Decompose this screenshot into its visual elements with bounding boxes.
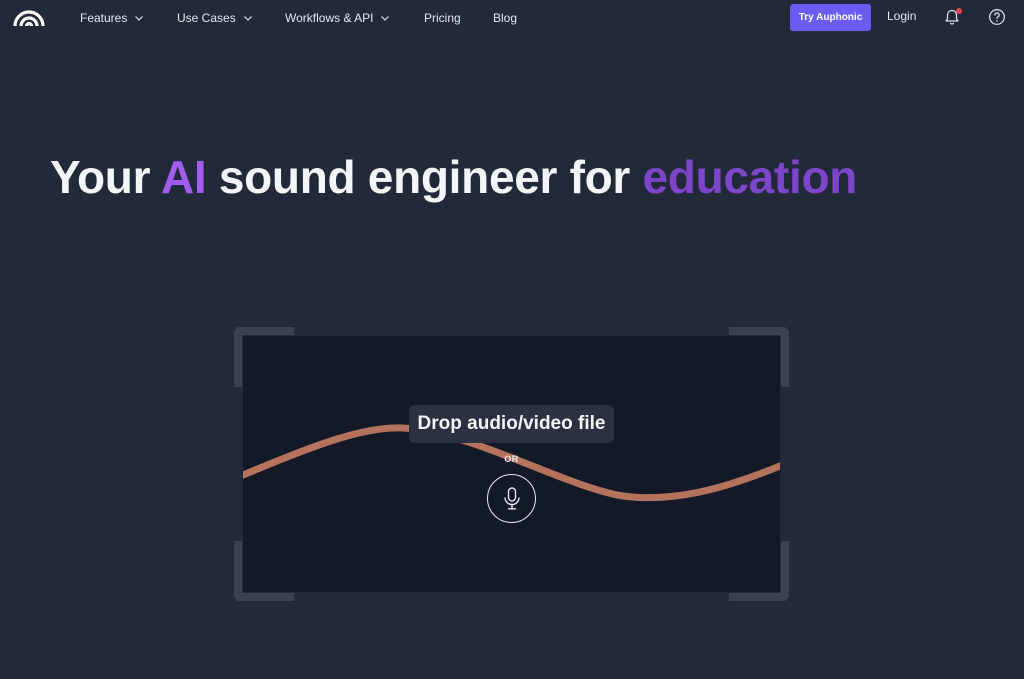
or-separator: OR — [504, 454, 519, 464]
nav-pricing[interactable]: Pricing — [424, 9, 461, 27]
notification-badge — [956, 8, 962, 14]
nav-features[interactable]: Features — [80, 9, 144, 27]
nav-pricing-label: Pricing — [424, 11, 461, 25]
page: Features Use Cases Workflows & API Prici… — [0, 0, 1024, 679]
nav-blog[interactable]: Blog — [493, 9, 517, 27]
chevron-down-icon — [135, 16, 144, 21]
auphonic-logo-icon[interactable] — [12, 7, 46, 27]
login-link[interactable]: Login — [887, 9, 916, 23]
question-circle-icon[interactable] — [988, 8, 1006, 26]
sound-wave-graphic — [243, 424, 780, 502]
drop-file-label: Drop audio/video file — [409, 405, 614, 443]
nav-workflows-api-label: Workflows & API — [285, 11, 374, 25]
microphone-icon — [503, 486, 520, 509]
file-dropzone[interactable]: Drop audio/video file OR — [243, 336, 780, 592]
chevron-down-icon — [381, 16, 390, 21]
nav-workflows-api[interactable]: Workflows & API — [285, 9, 390, 27]
nav-features-label: Features — [80, 11, 128, 25]
hero-title-part1: Your — [50, 151, 161, 203]
record-button[interactable] — [487, 474, 536, 523]
hero-title-part2: sound engineer for — [206, 151, 643, 203]
nav-blog-label: Blog — [493, 11, 518, 25]
dropzone-frame: Drop audio/video file OR — [234, 327, 789, 601]
hero-title: Your AI sound engineer for education — [50, 150, 857, 204]
hero-title-ai: AI — [160, 151, 207, 203]
top-nav: Features Use Cases Workflows & API Prici… — [0, 0, 1024, 36]
nav-use-cases-label: Use Cases — [177, 11, 236, 25]
chevron-down-icon — [243, 16, 252, 21]
try-auphonic-button[interactable]: Try Auphonic — [790, 4, 871, 31]
hero-title-topic: education — [642, 151, 858, 203]
nav-use-cases[interactable]: Use Cases — [177, 9, 253, 27]
